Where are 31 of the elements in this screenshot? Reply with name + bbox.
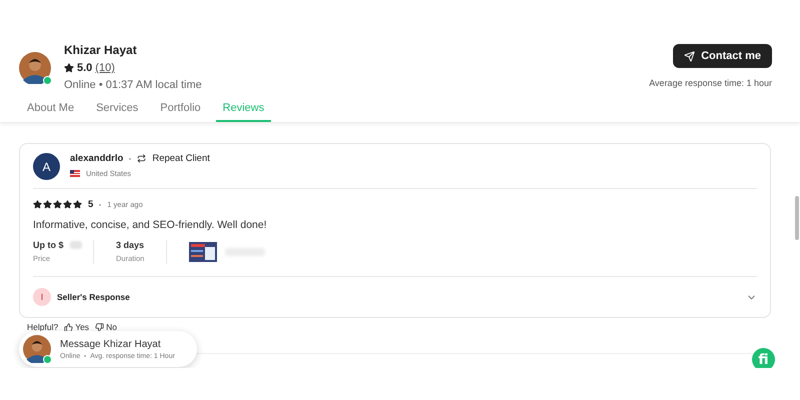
thumbs-down-icon: [95, 322, 104, 332]
rating-value: 5.0: [77, 62, 92, 74]
repeat-client-label: Repeat Client: [152, 153, 210, 164]
no-button[interactable]: No: [95, 322, 117, 332]
user-avatar: A: [33, 153, 60, 180]
blurred-price: [70, 241, 82, 249]
response-time: Average response time: 1 hour: [649, 78, 772, 88]
review-text: Informative, concise, and SEO-friendly. Well done!: [33, 219, 268, 231]
seller-response-label: Seller's Response: [57, 292, 130, 302]
online-status: Online • 01:37 AM local time: [64, 79, 202, 91]
avatar-drawing: [19, 52, 51, 84]
star-icon: [64, 63, 74, 73]
profile-tab[interactable]: Portfolio: [153, 99, 208, 122]
helpful-label: Helpful?: [27, 322, 58, 332]
profile-tab[interactable]: About Me: [20, 99, 82, 122]
avatar-drawing: [23, 335, 51, 363]
fact-value: 3 days: [116, 240, 144, 250]
reviewer-name: alexanddrlo: [70, 153, 124, 164]
seller-response-toggle[interactable]: I Seller's Response: [33, 277, 757, 317]
send-icon: [684, 50, 696, 62]
profile-tab[interactable]: Services: [89, 99, 146, 122]
scrollbar-thumb[interactable]: [795, 196, 799, 240]
message-title: Message Khizar Hayat: [60, 338, 162, 350]
review-count-link[interactable]: (10): [95, 62, 115, 74]
repeat-icon: [137, 154, 146, 163]
fact-value: Up to $: [33, 240, 64, 250]
contact-button[interactable]: Contact me: [673, 44, 772, 68]
seller-initial: I: [33, 288, 51, 306]
review-score: 5: [88, 199, 94, 210]
flag-icon: [70, 170, 80, 177]
seller-name: Khizar Hayat: [64, 43, 138, 57]
